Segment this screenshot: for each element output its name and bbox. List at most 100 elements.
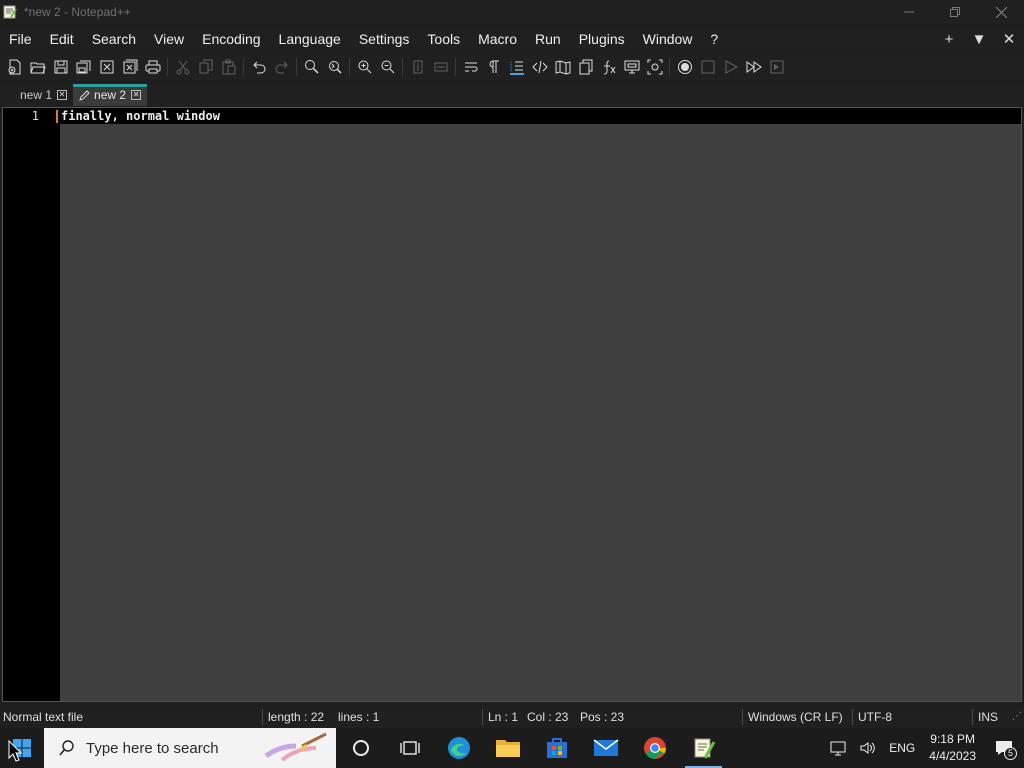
mouse-cursor-icon: [8, 739, 23, 767]
status-eol[interactable]: Windows (CR LF): [748, 706, 843, 728]
restore-icon: [950, 7, 960, 17]
menu-file[interactable]: File: [0, 27, 41, 51]
search-highlight-art-icon: [262, 732, 330, 764]
document-map-icon[interactable]: [551, 56, 574, 78]
run-macro-multiple-icon[interactable]: [742, 56, 765, 78]
status-encoding[interactable]: UTF-8: [858, 706, 892, 728]
language-indicator[interactable]: ENG: [883, 728, 921, 768]
open-file-icon[interactable]: [26, 56, 49, 78]
tab-close-icon[interactable]: ✕: [131, 90, 142, 100]
volume-icon[interactable]: [853, 728, 883, 768]
monitoring-icon[interactable]: [643, 56, 666, 78]
close-icon: [995, 6, 1007, 18]
clock-date: 4/4/2023: [929, 749, 976, 763]
code-tag-icon[interactable]: [528, 56, 551, 78]
replace-icon[interactable]: [323, 56, 346, 78]
zoom-in-icon[interactable]: [353, 56, 376, 78]
change-marker: [56, 110, 58, 123]
notepadpp-taskbar-icon[interactable]: [679, 728, 728, 768]
microsoft-store-icon[interactable]: [532, 728, 581, 768]
line-number: 1: [31, 109, 39, 123]
status-length: length : 22: [268, 710, 325, 724]
sync-horizontal-icon[interactable]: [429, 56, 452, 78]
tab-list-down-icon[interactable]: ▼: [964, 31, 994, 48]
toolbar: [0, 54, 1024, 80]
menu-macro[interactable]: Macro: [469, 27, 526, 51]
menu-encoding[interactable]: Encoding: [193, 27, 269, 51]
menu-tools[interactable]: Tools: [418, 27, 469, 51]
tab-new-2[interactable]: new 2 ✕: [73, 84, 148, 106]
menu-run[interactable]: Run: [526, 27, 570, 51]
network-icon[interactable]: [823, 728, 853, 768]
new-tab-plus-icon[interactable]: +: [934, 31, 964, 48]
status-pos: Pos : 23: [580, 710, 625, 724]
chrome-icon[interactable]: [630, 728, 679, 768]
stop-macro-icon[interactable]: [696, 56, 719, 78]
folder-workspace-icon[interactable]: [620, 56, 643, 78]
edge-browser-icon[interactable]: [434, 728, 483, 768]
copy-icon[interactable]: [194, 56, 217, 78]
close-document-icon[interactable]: ✕: [994, 30, 1024, 48]
redo-icon[interactable]: [270, 56, 293, 78]
taskbar: Type here to search ENG 9:18 PM 4/4/2023…: [0, 728, 1024, 768]
restore-button[interactable]: [932, 0, 978, 24]
show-all-chars-icon[interactable]: [482, 56, 505, 78]
mail-icon[interactable]: [581, 728, 630, 768]
menu-window[interactable]: Window: [634, 27, 702, 51]
notification-count-badge: 5: [1004, 747, 1017, 760]
close-file-icon[interactable]: [95, 56, 118, 78]
pencil-modified-icon: [79, 89, 90, 101]
indent-guide-icon[interactable]: [505, 56, 528, 78]
file-explorer-icon[interactable]: [483, 728, 532, 768]
menu-search[interactable]: Search: [83, 27, 145, 51]
cortana-icon[interactable]: [336, 728, 385, 768]
zoom-out-icon[interactable]: [376, 56, 399, 78]
new-file-icon[interactable]: [3, 56, 26, 78]
menu-help[interactable]: ?: [701, 27, 727, 51]
tab-new-1[interactable]: new 1 ✕: [2, 84, 73, 106]
menu-plugins[interactable]: Plugins: [570, 27, 634, 51]
status-file-type: Normal text file: [3, 710, 84, 724]
status-insert-mode[interactable]: INS: [978, 706, 998, 728]
clock-time: 9:18 PM: [930, 732, 975, 746]
status-line: Ln : 1: [488, 710, 519, 724]
menu-settings[interactable]: Settings: [350, 27, 419, 51]
save-all-icon[interactable]: [72, 56, 95, 78]
menu-view[interactable]: View: [145, 27, 193, 51]
document-list-icon[interactable]: [574, 56, 597, 78]
window-title: *new 2 - Notepad++: [24, 5, 131, 19]
print-icon[interactable]: [141, 56, 164, 78]
tab-bar: new 1 ✕ new 2 ✕: [0, 84, 1024, 106]
resize-grip-icon[interactable]: ⋰: [1012, 706, 1022, 728]
paste-icon[interactable]: [217, 56, 240, 78]
task-view-icon[interactable]: [385, 728, 434, 768]
status-bar: Normal text file length : 22 lines : 1 L…: [0, 706, 1024, 728]
minimize-button[interactable]: [886, 0, 932, 24]
menu-edit[interactable]: Edit: [41, 27, 83, 51]
notepadpp-icon: [3, 5, 17, 19]
editor-line-text[interactable]: finally, normal window: [61, 109, 220, 123]
close-all-icon[interactable]: [118, 56, 141, 78]
clock[interactable]: 9:18 PM 4/4/2023: [921, 728, 984, 768]
sync-vertical-icon[interactable]: [406, 56, 429, 78]
close-button[interactable]: [978, 0, 1024, 24]
play-macro-icon[interactable]: [719, 56, 742, 78]
line-number-gutter: [3, 108, 60, 701]
find-icon[interactable]: [300, 56, 323, 78]
menu-language[interactable]: Language: [270, 27, 350, 51]
status-lines: lines : 1: [338, 710, 380, 724]
cut-icon[interactable]: [171, 56, 194, 78]
tab-close-icon[interactable]: ✕: [57, 90, 68, 100]
undo-icon[interactable]: [247, 56, 270, 78]
save-icon[interactable]: [49, 56, 72, 78]
notification-center-icon[interactable]: 5: [984, 728, 1024, 768]
start-button[interactable]: [0, 728, 44, 768]
title-bar: *new 2 - Notepad++: [0, 0, 1024, 24]
editor-area[interactable]: 1 finally, normal window: [2, 107, 1022, 702]
taskbar-search-box[interactable]: Type here to search: [44, 728, 336, 768]
minimize-icon: [904, 11, 914, 13]
record-macro-icon[interactable]: [673, 56, 696, 78]
word-wrap-icon[interactable]: [459, 56, 482, 78]
save-macro-icon[interactable]: [765, 56, 788, 78]
function-list-icon[interactable]: [597, 56, 620, 78]
